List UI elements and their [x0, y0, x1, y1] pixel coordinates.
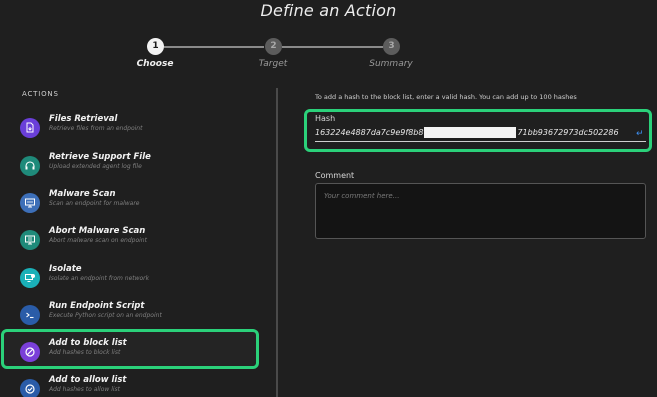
action-title: Add to allow list — [49, 375, 127, 385]
action-title: Add to block list — [49, 338, 127, 348]
block-icon — [20, 342, 40, 362]
allow-icon — [20, 379, 40, 397]
stepper: 1 Choose 2 Target 3 Summary — [0, 38, 657, 78]
panel-divider — [276, 88, 278, 397]
action-run-endpoint-script[interactable]: Run Endpoint Script Execute Python scrip… — [14, 297, 260, 334]
action-retrieve-support-file[interactable]: Retrieve Support File Upload extended ag… — [14, 148, 260, 185]
action-malware-scan[interactable]: Malware Scan Scan an endpoint for malwar… — [14, 185, 260, 222]
step-1-label[interactable]: Choose — [137, 59, 174, 69]
enter-icon[interactable]: ↵ — [636, 129, 646, 139]
action-description: Abort malware scan on endpoint — [49, 237, 147, 244]
action-title: Retrieve Support File — [49, 152, 151, 162]
action-title: Isolate — [49, 264, 82, 274]
action-title: Files Retrieval — [49, 114, 118, 124]
comment-input[interactable] — [315, 183, 646, 239]
action-add-to-allow-list[interactable]: Add to allow list Add hashes to allow li… — [14, 371, 260, 397]
step-1-indicator[interactable]: 1 — [147, 38, 164, 55]
actions-header: ACTIONS — [22, 90, 59, 98]
hash-label: Hash — [315, 114, 336, 123]
action-isolate[interactable]: Isolate Isolate an endpoint from network — [14, 260, 260, 297]
file-retrieval-icon — [20, 118, 40, 138]
action-title: Run Endpoint Script — [49, 301, 145, 311]
action-files-retrieval[interactable]: Files Retrieval Retrieve files from an e… — [14, 110, 260, 147]
action-abort-malware-scan[interactable]: Abort Malware Scan Abort malware scan on… — [14, 222, 260, 259]
action-title: Malware Scan — [49, 189, 116, 199]
action-description: Execute Python script on an endpoint — [49, 312, 162, 319]
step-3-indicator[interactable]: 3 — [383, 38, 400, 55]
step-connector — [282, 46, 383, 48]
isolate-icon — [20, 268, 40, 288]
action-title: Abort Malware Scan — [49, 226, 146, 236]
action-description: Add hashes to block list — [49, 349, 121, 356]
monitor-abort-icon — [20, 230, 40, 250]
comment-label: Comment — [315, 171, 355, 180]
action-add-to-block-list[interactable]: Add to block list Add hashes to block li… — [14, 334, 260, 371]
page-title: Define an Action — [260, 1, 397, 20]
step-2-indicator[interactable]: 2 — [265, 38, 282, 55]
redacted-hash-segment — [424, 127, 517, 138]
hash-input[interactable]: 163224e4887da7c9e9f8b8 71bb93672973dc5022… — [315, 127, 646, 140]
action-description: Scan an endpoint for malware — [49, 200, 140, 207]
action-description: Isolate an endpoint from network — [49, 275, 150, 282]
action-description: Add hashes to allow list — [49, 386, 121, 393]
step-2-label[interactable]: Target — [259, 59, 288, 69]
hash-value-end: 71bb93672973dc502286 — [517, 128, 619, 137]
action-description: Upload extended agent log file — [49, 163, 142, 170]
headset-icon — [20, 156, 40, 176]
step-connector — [164, 46, 264, 48]
hash-value-start: 163224e4887da7c9e9f8b8 — [315, 128, 424, 137]
terminal-icon — [20, 305, 40, 325]
hash-input-underline — [315, 141, 646, 142]
monitor-scan-icon — [20, 193, 40, 213]
step-3-label[interactable]: Summary — [369, 59, 413, 69]
action-description: Retrieve files from an endpoint — [49, 125, 143, 132]
block-list-hint: To add a hash to the block list, enter a… — [315, 93, 577, 101]
